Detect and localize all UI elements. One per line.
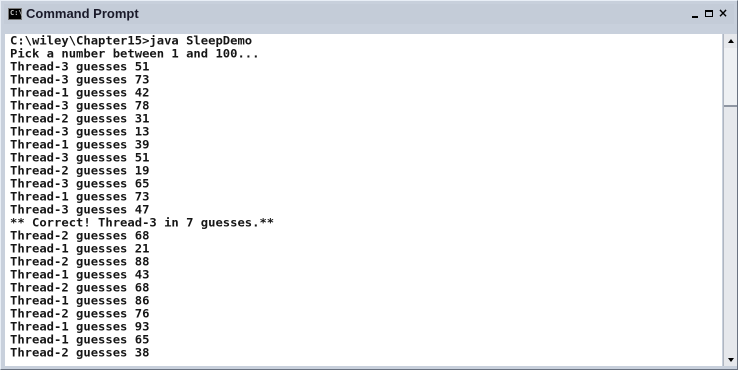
console-line: ** Correct! Thread-3 in 7 guesses.** (10, 216, 275, 230)
console-line: Thread-3 guesses 51 (10, 151, 150, 165)
console-line: Pick a number between 1 and 100... (10, 47, 260, 61)
scrollbar-thumb[interactable] (724, 48, 737, 106)
console-line: Thread-3 guesses 47 (10, 203, 150, 217)
console-icon[interactable]: C:\ (8, 8, 23, 20)
title-bar[interactable]: C:\ Command Prompt × (4, 4, 734, 24)
console-line: Thread-3 guesses 51 (10, 60, 150, 74)
console-line: Thread-3 guesses 73 (10, 73, 150, 87)
console-line: Thread-2 guesses 76 (10, 307, 150, 321)
console-line: Thread-1 guesses 86 (10, 294, 150, 308)
console-line: Thread-2 guesses 68 (10, 229, 150, 243)
scroll-down-button[interactable] (724, 353, 737, 366)
console-line: C:\wiley\Chapter15>java SleepDemo (10, 34, 253, 48)
console-line: Thread-3 guesses 65 (10, 177, 150, 191)
console-line: Thread-2 guesses 38 (10, 346, 150, 360)
console-line: Thread-2 guesses 88 (10, 255, 150, 269)
console-line: Thread-2 guesses 68 (10, 281, 150, 295)
console-line: Thread-3 guesses 78 (10, 99, 150, 113)
window-title: Command Prompt (26, 6, 139, 21)
console-line: Thread-1 guesses 73 (10, 190, 150, 204)
arrow-up-icon (727, 38, 734, 43)
console-line: Thread-1 guesses 43 (10, 268, 150, 282)
console-line: Thread-1 guesses 42 (10, 86, 150, 100)
vertical-scrollbar[interactable] (723, 34, 737, 366)
window-controls: × (688, 6, 730, 22)
minimize-button[interactable] (688, 6, 702, 20)
console-output[interactable]: C:\wiley\Chapter15>java SleepDemo Pick a … (5, 34, 722, 366)
console-line: Thread-2 guesses 19 (10, 164, 150, 178)
scrollbar-divider (724, 106, 737, 107)
console-lines: C:\wiley\Chapter15>java SleepDemo Pick a … (10, 35, 274, 360)
console-line: Thread-1 guesses 39 (10, 138, 150, 152)
scroll-up-button[interactable] (724, 34, 737, 47)
console-line: Thread-2 guesses 31 (10, 112, 150, 126)
console-line: Thread-1 guesses 21 (10, 242, 150, 256)
maximize-button[interactable] (702, 6, 716, 20)
console-icon-glyph: C:\ (10, 9, 23, 17)
console-line: Thread-1 guesses 65 (10, 333, 150, 347)
command-prompt-window: C:\ Command Prompt × C:\wiley\Chapter15>… (0, 0, 738, 370)
console-line: Thread-3 guesses 13 (10, 125, 150, 139)
arrow-down-icon (727, 357, 734, 362)
console-line: Thread-1 guesses 93 (10, 320, 150, 334)
close-button[interactable]: × (716, 6, 730, 20)
